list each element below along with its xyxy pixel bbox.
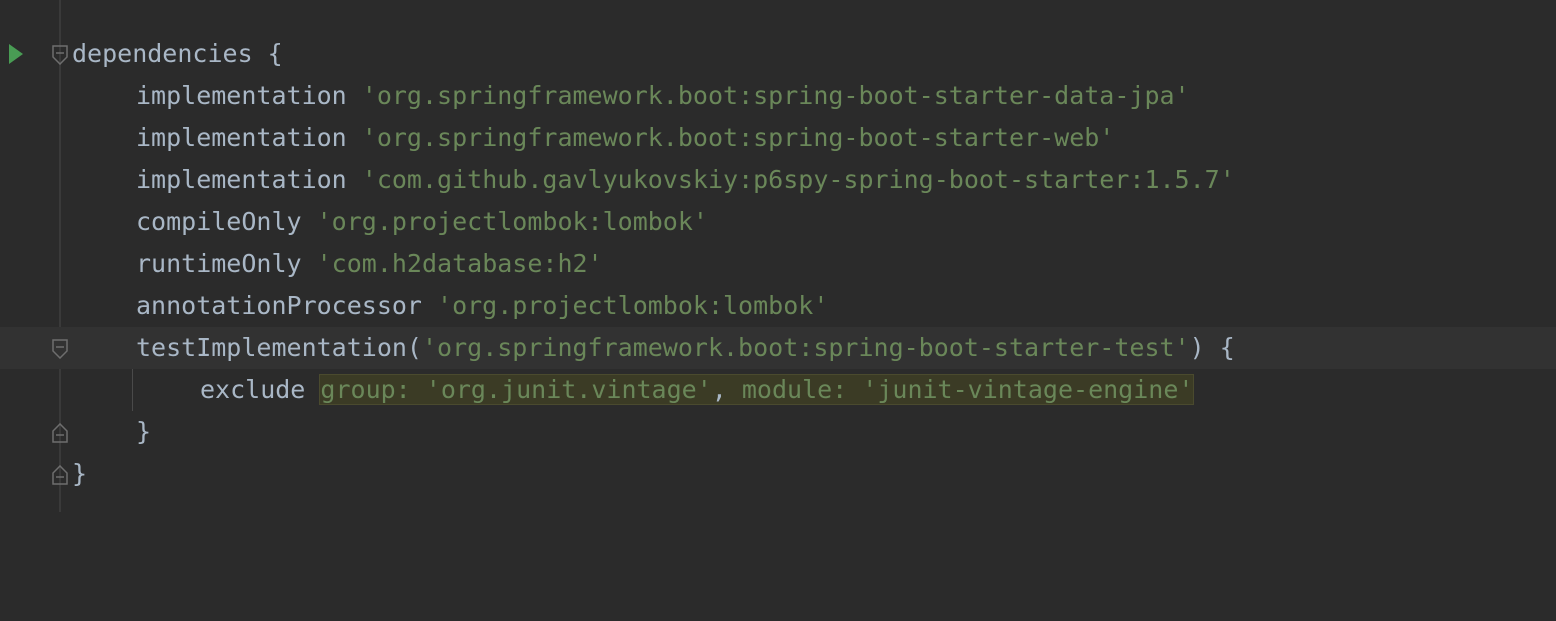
code-editor[interactable]: dependencies { implementation 'org.sprin… (0, 33, 1556, 495)
code-text: runtimeOnly 'com.h2database:h2' (136, 243, 603, 285)
keyword: annotationProcessor (136, 291, 438, 320)
string-literal: 'junit-vintage-engine' (862, 375, 1194, 404)
named-arg-label: group: (320, 375, 426, 404)
keyword: implementation (136, 123, 362, 152)
code-line-exclude[interactable]: exclude group: 'org.junit.vintage', modu… (0, 369, 1556, 411)
code-line-runtimeonly[interactable]: runtimeOnly 'com.h2database:h2' (0, 243, 1556, 285)
keyword: implementation (136, 81, 362, 110)
keyword: exclude (200, 375, 321, 404)
keyword: compileOnly (136, 207, 317, 236)
keyword: implementation (136, 165, 362, 194)
code-text: implementation 'org.springframework.boot… (136, 75, 1190, 117)
code-text: annotationProcessor 'org.projectlombok:l… (136, 285, 828, 327)
code-line-testimplementation[interactable]: testImplementation('org.springframework.… (0, 327, 1556, 369)
fold-collapse-icon[interactable] (51, 45, 69, 65)
string-literal: 'org.springframework.boot:spring-boot-st… (361, 123, 1115, 152)
keyword: runtimeOnly (136, 249, 317, 278)
code-line-dependencies[interactable]: dependencies { (0, 33, 1556, 75)
code-line-compileonly[interactable]: compileOnly 'org.projectlombok:lombok' (0, 201, 1556, 243)
brace: } (72, 459, 88, 488)
brace: { (252, 39, 283, 68)
string-literal: 'org.springframework.boot:spring-boot-st… (361, 81, 1190, 110)
code-line-annotationprocessor[interactable]: annotationProcessor 'org.projectlombok:l… (0, 285, 1556, 327)
code-text: } (72, 453, 87, 495)
indent-guide (132, 369, 133, 411)
code-text: implementation 'com.github.gavlyukovskiy… (136, 159, 1235, 201)
string-literal: 'com.github.gavlyukovskiy:p6spy-spring-b… (361, 165, 1235, 194)
code-line-implementation-jpa[interactable]: implementation 'org.springframework.boot… (0, 75, 1556, 117)
named-arg-label: module: (741, 375, 863, 404)
code-text: } (136, 411, 151, 453)
fold-end-icon[interactable] (51, 465, 69, 485)
code-line-implementation-p6spy[interactable]: implementation 'com.github.gavlyukovskiy… (0, 159, 1556, 201)
string-literal: 'org.junit.vintage' (425, 375, 712, 404)
code-text: exclude group: 'org.junit.vintage', modu… (200, 369, 1195, 411)
run-icon[interactable] (9, 44, 23, 64)
string-literal: 'org.springframework.boot:spring-boot-st… (421, 333, 1190, 362)
fold-end-icon[interactable] (51, 423, 69, 443)
fold-collapse-icon[interactable] (51, 339, 69, 359)
keyword: dependencies (72, 39, 253, 68)
string-literal: 'org.projectlombok:lombok' (437, 291, 829, 320)
string-literal: 'com.h2database:h2' (316, 249, 603, 278)
code-line-close-inner[interactable]: } (0, 411, 1556, 453)
code-text: implementation 'org.springframework.boot… (136, 117, 1114, 159)
brace: } (136, 417, 152, 446)
keyword: testImplementation( (136, 333, 422, 362)
separator: , (711, 375, 742, 404)
code-line-close-outer[interactable]: } (0, 453, 1556, 495)
code-text: testImplementation('org.springframework.… (136, 327, 1235, 369)
search-highlight: group: 'org.junit.vintage', module: 'jun… (319, 374, 1195, 405)
code-text: compileOnly 'org.projectlombok:lombok' (136, 201, 708, 243)
string-literal: 'org.projectlombok:lombok' (316, 207, 708, 236)
code-line-implementation-web[interactable]: implementation 'org.springframework.boot… (0, 117, 1556, 159)
code-text: dependencies { (72, 33, 283, 75)
brace: ) { (1189, 333, 1235, 362)
